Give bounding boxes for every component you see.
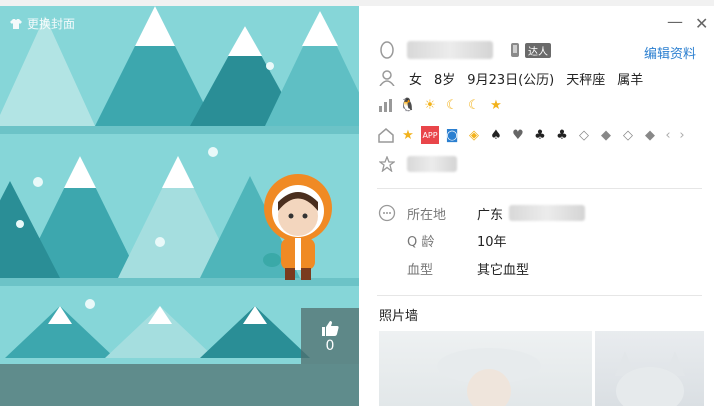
- signature-redacted: [407, 156, 457, 172]
- like-count: 0: [325, 338, 335, 354]
- camera-badge-icon: ◙: [445, 127, 459, 143]
- more-circle-icon[interactable]: [377, 203, 397, 223]
- minimize-button[interactable]: —: [667, 12, 683, 31]
- like-button[interactable]: 0: [301, 308, 359, 364]
- age-value: 8岁: [434, 72, 456, 88]
- photo-thumbnail[interactable]: [379, 331, 592, 406]
- diamond-badge-icon-2: ◆: [601, 127, 611, 143]
- change-cover-button[interactable]: 更换封面: [10, 15, 75, 32]
- edit-profile-link[interactable]: 编辑资料: [644, 43, 696, 62]
- divider: [377, 295, 702, 296]
- diamond-badge-icon: ◇: [579, 127, 589, 143]
- close-button[interactable]: ✕: [695, 14, 708, 33]
- level-chart-icon: [377, 96, 395, 114]
- level-row[interactable]: 🐧 ☀ ☾ ☾ ★: [377, 96, 509, 114]
- moon-level-icon-2: ☾: [468, 97, 480, 113]
- heart-badge-icon: ♥: [512, 127, 524, 143]
- qage-label: Q 龄: [407, 235, 435, 250]
- star-outline-icon: [377, 154, 397, 174]
- gender-value: 女: [409, 72, 423, 88]
- blood-value: 其它血型: [477, 263, 530, 278]
- chevron-right-icon[interactable]: ›: [677, 126, 687, 144]
- blood-row: 血型 其它血型: [407, 259, 529, 278]
- star-level-icon: ★: [490, 97, 502, 113]
- diamond-badge-icon-4: ◆: [645, 127, 655, 143]
- cover-bottom-bar: [0, 364, 359, 406]
- penguin-badge-icon-3: ♣: [556, 127, 568, 143]
- house-icon: [377, 126, 395, 144]
- expert-badge-label: 达人: [525, 42, 551, 58]
- sun-level-icon: ☀: [424, 97, 436, 113]
- diamond-badge-icon-3: ◇: [623, 127, 633, 143]
- location-detail-redacted: [509, 205, 586, 221]
- location-row: 所在地 广东: [377, 203, 586, 223]
- signature-row: [377, 154, 457, 174]
- penguin-badge-icon: ♠: [490, 127, 502, 143]
- animal-value: 属羊: [617, 72, 644, 88]
- penguin-badge-icon-2: ♣: [534, 127, 546, 143]
- blood-label: 血型: [407, 263, 434, 278]
- qage-row: Q 龄 10年: [407, 231, 507, 250]
- crown-level-icon: 🐧: [399, 97, 417, 113]
- qage-value: 10年: [477, 235, 507, 250]
- cover-image: 更换封面 0: [0, 6, 359, 406]
- nickname-redacted: [407, 41, 493, 59]
- thumbs-up-icon: [322, 321, 339, 336]
- moon-level-icon: ☾: [446, 97, 458, 113]
- app-badge-icon: APP: [421, 126, 439, 144]
- penguin-icon: [377, 40, 397, 60]
- shield-badge-icon: ◈: [469, 127, 479, 143]
- photo-wall: [379, 331, 704, 406]
- divider: [377, 188, 702, 189]
- zodiac-value: 天秤座: [566, 72, 606, 88]
- person-icon: [377, 68, 397, 88]
- tshirt-icon: [10, 18, 22, 29]
- profile-panel: — ✕ 达人 编辑资料 女 8岁 9月23日(公历) 天秤座 属羊 🐧 ☀ ☾ …: [359, 6, 714, 406]
- star-badge-icon: ★: [402, 127, 414, 143]
- photo-thumbnail[interactable]: [595, 331, 704, 406]
- service-badges-row[interactable]: ★ APP ◙ ◈ ♠ ♥ ♣ ♣ ◇ ◆ ◇ ◆ ‹ ›: [377, 126, 691, 144]
- location-value: 广东: [477, 207, 504, 223]
- photo-wall-title: 照片墙: [379, 309, 419, 324]
- nickname-row: 达人: [377, 40, 551, 60]
- birthday-value: 9月23日(公历): [467, 72, 555, 88]
- change-cover-label: 更换封面: [27, 17, 76, 31]
- expert-badge[interactable]: 达人: [507, 42, 551, 58]
- chevron-left-icon[interactable]: ‹: [663, 126, 673, 144]
- phone-wing-icon: [511, 43, 519, 57]
- location-label: 所在地: [407, 207, 447, 223]
- basic-facts-row: 女 8岁 9月23日(公历) 天秤座 属羊: [377, 68, 655, 88]
